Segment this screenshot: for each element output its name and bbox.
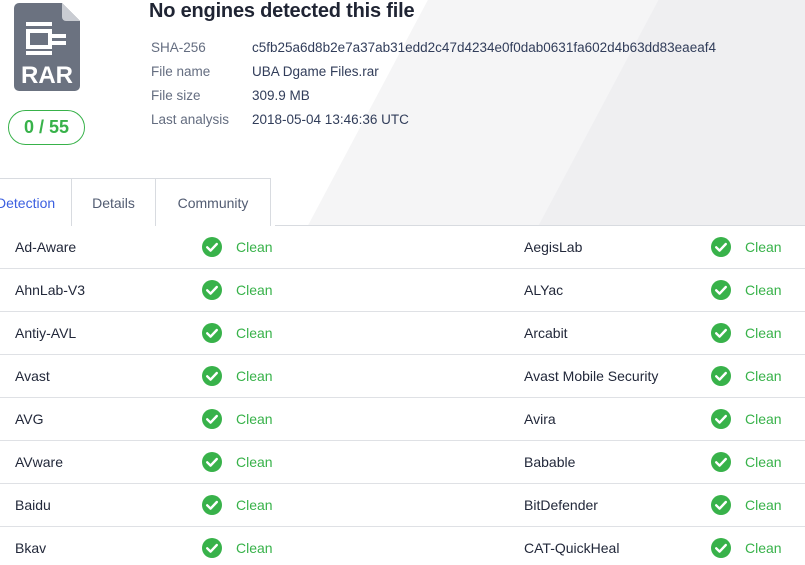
engine-name: Arcabit	[524, 325, 568, 341]
meta-key: Last analysis	[151, 111, 230, 127]
engine-name: AVG	[15, 411, 44, 427]
check-circle-icon	[202, 323, 222, 343]
engine-name: Antiy-AVL	[15, 325, 77, 341]
meta-value: 309.9 MB	[252, 87, 310, 103]
detection-status: Clean	[745, 411, 782, 427]
check-circle-icon	[202, 538, 222, 558]
file-metadata: SHA-256 c5fb25a6d8b2e7a37ab31edd2c47d423…	[151, 35, 716, 131]
detection-status: Clean	[236, 497, 273, 513]
engine-name: CAT-QuickHeal	[524, 540, 620, 556]
engine-name: ALYac	[524, 282, 564, 298]
check-circle-icon	[711, 323, 731, 343]
tab-bar: Detection Details Community	[0, 178, 271, 226]
engine-name: Avast Mobile Security	[524, 368, 659, 384]
detection-status: Clean	[745, 368, 782, 384]
detection-status: Clean	[236, 325, 273, 341]
check-circle-icon	[711, 452, 731, 472]
table-row: Ad-Aware Clean AegisLab Clean	[0, 226, 805, 269]
meta-key: File name	[151, 63, 211, 79]
detection-status: Clean	[745, 239, 782, 255]
meta-value: c5fb25a6d8b2e7a37ab31edd2c47d4234e0f0dab…	[252, 39, 716, 55]
meta-key: SHA-256	[151, 39, 206, 55]
meta-row-sha256: SHA-256 c5fb25a6d8b2e7a37ab31edd2c47d423…	[151, 35, 716, 59]
engine-name: AegisLab	[524, 239, 583, 255]
engine-name: Ad-Aware	[15, 239, 77, 255]
tab-detection[interactable]: Detection	[0, 178, 72, 226]
engine-name: Avira	[524, 411, 556, 427]
check-circle-icon	[202, 409, 222, 429]
detection-status: Clean	[236, 454, 273, 470]
detection-status: Clean	[745, 282, 782, 298]
detection-status: Clean	[236, 368, 273, 384]
engine-name: BitDefender	[524, 497, 598, 513]
table-row: Baidu Clean BitDefender Clean	[0, 484, 805, 527]
check-circle-icon	[711, 495, 731, 515]
detection-status: Clean	[745, 497, 782, 513]
meta-value: 2018-05-04 13:46:36 UTC	[252, 111, 409, 127]
engine-name: AhnLab-V3	[15, 282, 86, 298]
check-circle-icon	[711, 280, 731, 300]
check-circle-icon	[202, 495, 222, 515]
detection-status: Clean	[236, 282, 273, 298]
engine-name: AVware	[15, 454, 63, 470]
engine-name: Baidu	[15, 497, 51, 513]
detection-results-table: Ad-Aware Clean AegisLab Clean AhnLab-V3 Clean…	[0, 226, 805, 565]
check-circle-icon	[711, 409, 731, 429]
table-row: AVG Clean Avira Clean	[0, 398, 805, 441]
tab-divider	[275, 225, 805, 226]
detection-status: Clean	[745, 454, 782, 470]
table-row: Bkav Clean CAT-QuickHeal Clean	[0, 527, 805, 565]
meta-row-file-size: File size 309.9 MB	[151, 83, 716, 107]
table-row: Antiy-AVL Clean Arcabit Clean	[0, 312, 805, 355]
detection-status: Clean	[236, 411, 273, 427]
table-row: AVware Clean Babable Clean	[0, 441, 805, 484]
meta-value: UBA Dgame Files.rar	[252, 63, 379, 79]
table-row: Avast Clean Avast Mobile Security Clean	[0, 355, 805, 398]
engine-name: Avast	[15, 368, 50, 384]
rar-file-icon: RAR	[14, 3, 80, 91]
engine-name: Babable	[524, 454, 576, 470]
meta-row-last-analysis: Last analysis 2018-05-04 13:46:36 UTC	[151, 107, 716, 131]
check-circle-icon	[711, 366, 731, 386]
check-circle-icon	[202, 452, 222, 472]
detection-status: Clean	[236, 239, 273, 255]
page-title: No engines detected this file	[149, 0, 415, 22]
check-circle-icon	[202, 280, 222, 300]
table-row: AhnLab-V3 Clean ALYac Clean	[0, 269, 805, 312]
tab-details[interactable]: Details	[72, 178, 156, 226]
detection-status: Clean	[745, 540, 782, 556]
meta-row-file-name: File name UBA Dgame Files.rar	[151, 59, 716, 83]
meta-key: File size	[151, 87, 201, 103]
engine-name: Bkav	[15, 540, 47, 556]
check-circle-icon	[711, 538, 731, 558]
svg-text:RAR: RAR	[21, 62, 73, 89]
check-circle-icon	[202, 237, 222, 257]
tab-community[interactable]: Community	[156, 178, 271, 226]
detection-status: Clean	[745, 325, 782, 341]
check-circle-icon	[711, 237, 731, 257]
detection-status: Clean	[236, 540, 273, 556]
detection-score-badge: 0 / 55	[8, 110, 85, 145]
check-circle-icon	[202, 366, 222, 386]
